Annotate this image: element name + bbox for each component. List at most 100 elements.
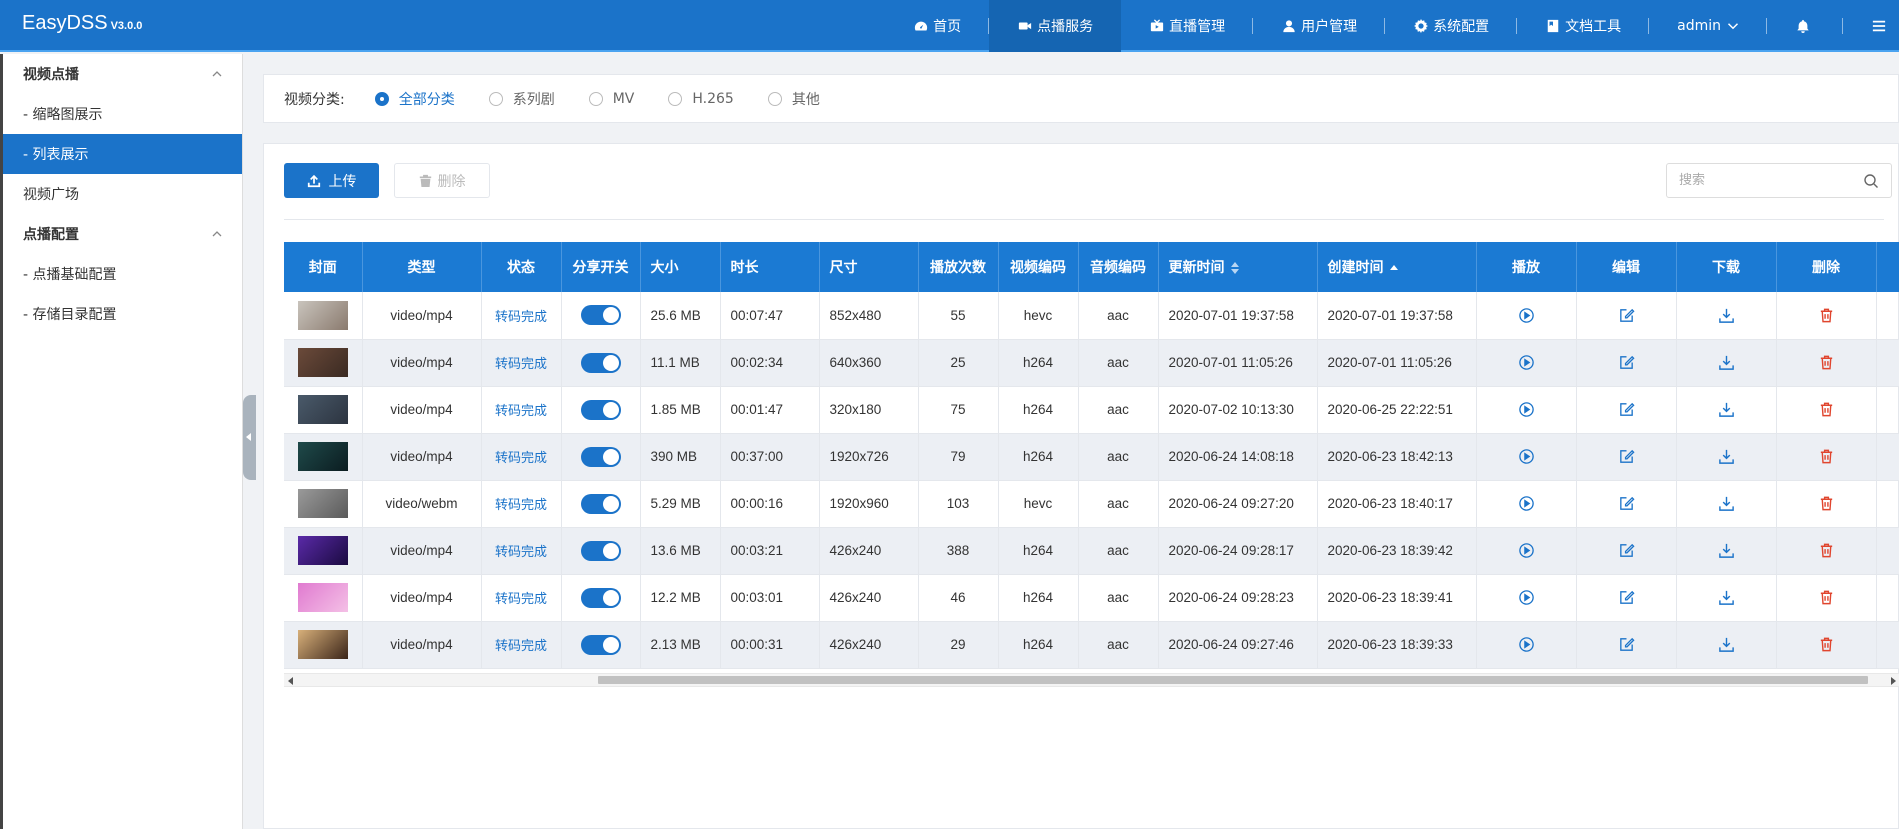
- download-icon[interactable]: [1718, 401, 1735, 417]
- sidebar-item-thumbnails[interactable]: - 缩略图展示: [3, 94, 242, 134]
- download-icon[interactable]: [1718, 542, 1735, 558]
- play-icon[interactable]: [1518, 495, 1535, 511]
- cell-status[interactable]: 转码完成: [481, 386, 562, 434]
- nav-docs[interactable]: 文档工具: [1517, 0, 1650, 52]
- table-row[interactable]: video/webm 转码完成 5.29 MB 00:00:16 1920x960 103…: [284, 480, 1899, 528]
- edit-icon[interactable]: [1618, 307, 1635, 322]
- cell-status[interactable]: 转码完成: [481, 433, 562, 481]
- edit-icon[interactable]: [1618, 636, 1635, 651]
- delete-icon[interactable]: [1818, 354, 1835, 370]
- sidebar-item-label: - 缩略图展示: [23, 107, 103, 123]
- nav-vod[interactable]: 点播服务: [989, 0, 1122, 52]
- sidebar-item-storage-config[interactable]: - 存储目录配置: [3, 294, 242, 334]
- radio-all[interactable]: 全部分类: [374, 89, 455, 109]
- share-toggle[interactable]: [580, 446, 621, 467]
- share-toggle[interactable]: [580, 399, 621, 420]
- radio-other[interactable]: 其他: [767, 89, 820, 109]
- cell-status[interactable]: 转码完成: [481, 339, 562, 387]
- play-icon[interactable]: [1518, 542, 1535, 558]
- sidebar-item-video-plaza[interactable]: 视频广场: [3, 174, 242, 214]
- video-thumbnail[interactable]: [297, 630, 348, 659]
- table-row[interactable]: video/mp4 转码完成 390 MB 00:37:00 1920x726 79 h26…: [284, 433, 1899, 481]
- play-icon[interactable]: [1518, 307, 1535, 323]
- upload-button[interactable]: 上传: [284, 163, 379, 198]
- search-icon[interactable]: [1863, 173, 1879, 189]
- share-toggle[interactable]: [580, 493, 621, 514]
- edit-icon[interactable]: [1618, 448, 1635, 463]
- video-thumbnail[interactable]: [297, 489, 348, 518]
- radio-mv[interactable]: MV: [588, 91, 634, 107]
- share-toggle[interactable]: [580, 587, 621, 608]
- delete-icon[interactable]: [1818, 589, 1835, 605]
- video-thumbnail[interactable]: [297, 348, 348, 377]
- delete-icon[interactable]: [1818, 636, 1835, 652]
- video-thumbnail[interactable]: [297, 395, 348, 424]
- play-icon[interactable]: [1518, 636, 1535, 652]
- edit-icon[interactable]: [1618, 495, 1635, 510]
- download-icon[interactable]: [1718, 448, 1735, 464]
- sidebar-group-vod-config[interactable]: 点播配置: [3, 214, 242, 254]
- app-brand[interactable]: EasyDSS V3.0.0: [22, 12, 142, 35]
- table-row[interactable]: video/mp4 转码完成 25.6 MB 00:07:47 852x480 55 hev…: [284, 292, 1899, 340]
- scroll-left-icon[interactable]: [288, 677, 293, 685]
- video-thumbnail[interactable]: [297, 442, 348, 471]
- sidebar-collapse-handle[interactable]: [243, 395, 256, 480]
- cell-status[interactable]: 转码完成: [481, 527, 562, 575]
- play-icon[interactable]: [1518, 354, 1535, 370]
- nav-settings[interactable]: 系统配置: [1385, 0, 1518, 52]
- cell-audio-codec: aac: [1078, 480, 1159, 528]
- table-row[interactable]: video/mp4 转码完成 13.6 MB 00:03:21 426x240 388 h2…: [284, 527, 1899, 575]
- edit-icon[interactable]: [1618, 589, 1635, 604]
- table-row[interactable]: video/mp4 转码完成 11.1 MB 00:02:34 640x360 25 h26…: [284, 339, 1899, 387]
- edit-icon[interactable]: [1618, 354, 1635, 369]
- nav-users[interactable]: 用户管理: [1253, 0, 1386, 52]
- play-icon[interactable]: [1518, 401, 1535, 417]
- share-toggle[interactable]: [580, 305, 621, 326]
- cell-status[interactable]: 转码完成: [481, 292, 562, 340]
- col-created[interactable]: 创建时间: [1317, 242, 1477, 292]
- delete-icon[interactable]: [1818, 542, 1835, 558]
- video-thumbnail[interactable]: [297, 536, 348, 565]
- edit-icon[interactable]: [1618, 542, 1635, 557]
- radio-series[interactable]: 系列剧: [488, 89, 555, 109]
- col-updated[interactable]: 更新时间: [1158, 242, 1318, 292]
- download-icon[interactable]: [1718, 307, 1735, 323]
- delete-icon[interactable]: [1818, 401, 1835, 417]
- download-icon[interactable]: [1718, 636, 1735, 652]
- cell-filler: [1876, 339, 1899, 387]
- cell-status[interactable]: 转码完成: [481, 480, 562, 528]
- radio-h265[interactable]: H.265: [668, 91, 734, 107]
- download-icon[interactable]: [1718, 589, 1735, 605]
- edit-icon[interactable]: [1618, 401, 1635, 416]
- nav-live[interactable]: 直播管理: [1121, 0, 1254, 52]
- scrollbar-thumb[interactable]: [598, 676, 1868, 684]
- play-icon[interactable]: [1518, 589, 1535, 605]
- share-toggle[interactable]: [580, 540, 621, 561]
- sidebar-item-basic-config[interactable]: - 点播基础配置: [3, 254, 242, 294]
- cell-status[interactable]: 转码完成: [481, 574, 562, 622]
- notifications-button[interactable]: [1767, 0, 1843, 52]
- search-input[interactable]: [1667, 164, 1847, 197]
- horizontal-scrollbar[interactable]: [284, 673, 1899, 687]
- share-toggle[interactable]: [580, 634, 621, 655]
- delete-icon[interactable]: [1818, 495, 1835, 511]
- delete-button[interactable]: 删除: [394, 163, 490, 198]
- cell-status[interactable]: 转码完成: [481, 621, 562, 669]
- video-thumbnail[interactable]: [297, 583, 348, 612]
- delete-icon[interactable]: [1818, 307, 1835, 323]
- menu-button[interactable]: [1843, 0, 1899, 52]
- sidebar-item-list[interactable]: - 列表展示: [3, 134, 242, 174]
- delete-icon[interactable]: [1818, 448, 1835, 464]
- download-icon[interactable]: [1718, 495, 1735, 511]
- user-menu[interactable]: admin: [1649, 0, 1767, 52]
- table-row[interactable]: video/mp4 转码完成 2.13 MB 00:00:31 426x240 29 h26…: [284, 621, 1899, 669]
- share-toggle[interactable]: [580, 352, 621, 373]
- table-row[interactable]: video/mp4 转码完成 12.2 MB 00:03:01 426x240 46 h26…: [284, 574, 1899, 622]
- download-icon[interactable]: [1718, 354, 1735, 370]
- video-thumbnail[interactable]: [297, 300, 348, 330]
- play-icon[interactable]: [1518, 448, 1535, 464]
- sidebar-group-vod[interactable]: 视频点播: [3, 54, 242, 94]
- scroll-right-icon[interactable]: [1891, 677, 1896, 685]
- nav-home[interactable]: 首页: [885, 0, 990, 52]
- table-row[interactable]: video/mp4 转码完成 1.85 MB 00:01:47 320x180 75 h26…: [284, 386, 1899, 434]
